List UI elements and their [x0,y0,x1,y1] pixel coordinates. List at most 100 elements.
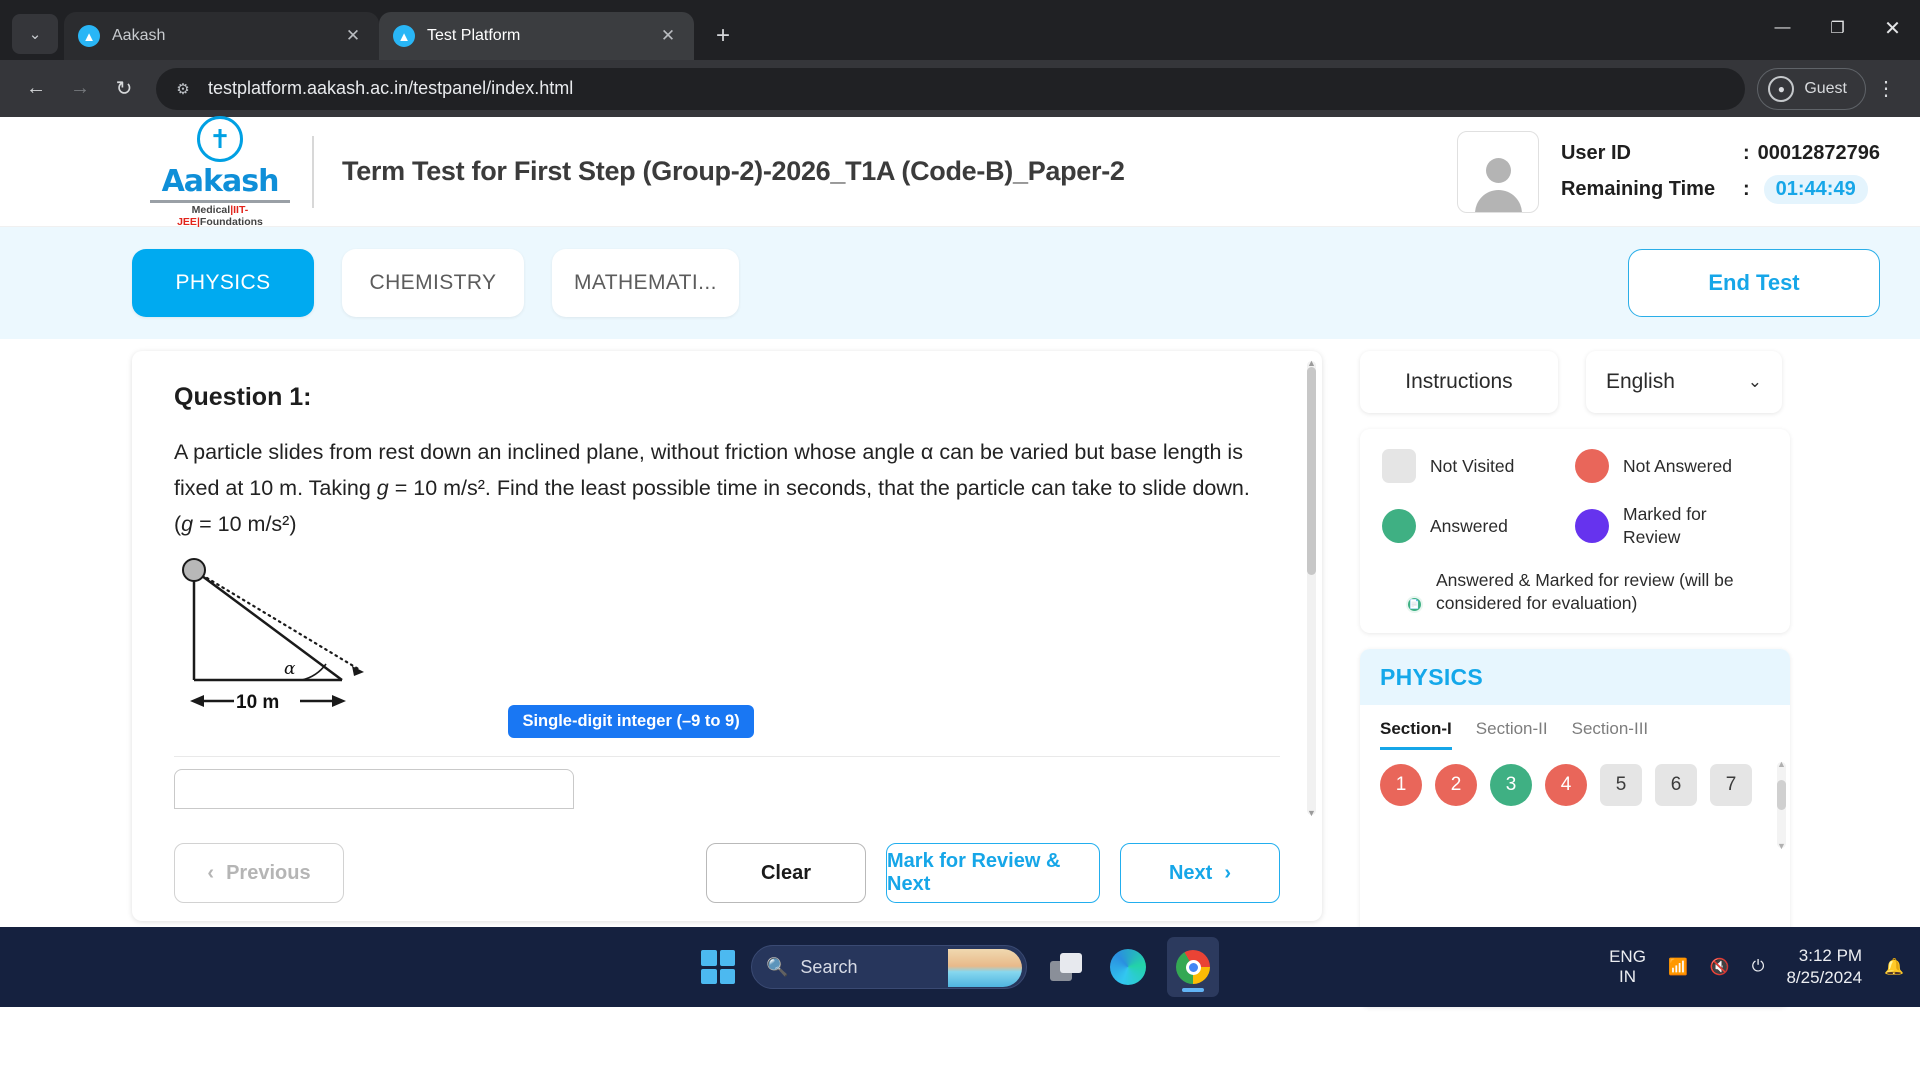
close-icon[interactable]: ✕ [656,26,680,46]
legend-label: Not Visited [1430,455,1515,476]
question-number-button[interactable]: 1 [1380,764,1422,806]
scroll-up-icon[interactable]: ▲ [1307,359,1316,368]
tab-search-button[interactable]: ⌄ [12,14,58,54]
browser-menu-icon[interactable]: ⋮ [1866,79,1906,99]
site-settings-icon[interactable]: ⚙ [172,78,194,100]
answered-marked-swatch-icon: 📄 [1382,572,1423,613]
profile-button[interactable]: ● Guest [1757,67,1866,110]
address-bar[interactable]: ⚙ testplatform.aakash.ac.in/testpanel/in… [156,67,1746,110]
right-panel-top: Instructions English ⌄ [1360,351,1790,413]
browser-chrome: ⌄ ▲ Aakash ✕ ▲ Test Platform ✕ + — ❐ ✕ ←… [0,0,1920,117]
wifi-icon[interactable]: 📶 [1668,957,1688,977]
taskbar-search[interactable]: 🔍 Search [751,945,1027,989]
logo-tagline-foundations: Foundations [199,215,263,228]
question-actions: ‹ Previous Clear Mark for Review & Next … [132,825,1322,921]
answered-swatch-icon [1382,509,1416,543]
user-info-block: User ID : 00012872796 Remaining Time : 0… [1456,130,1880,213]
question-number-button[interactable]: 6 [1655,764,1697,806]
browser-toolbar: ← → ↻ ⚙ testplatform.aakash.ac.in/testpa… [0,60,1920,117]
logo-wordmark: Aakash [161,163,280,199]
scrollbar-thumb[interactable] [1777,780,1786,810]
volume-muted-icon[interactable]: 🔇 [1710,957,1730,977]
next-label: Next [1168,861,1213,884]
question-number-button[interactable]: 3 [1490,764,1532,806]
tab-title: Test Platform [427,27,521,44]
language-code: ENG [1609,947,1646,966]
edge-taskbar-button[interactable] [1105,944,1151,990]
question-symbol-g: g [376,476,389,500]
logo-tagline: Medical|IIT-JEE|Foundations [150,199,290,228]
scroll-down-icon[interactable]: ▼ [1307,809,1316,818]
task-view-button[interactable] [1043,944,1089,990]
question-symbol-g-2: g [181,512,194,536]
not-visited-swatch-icon [1382,449,1416,483]
browser-tab-test-platform[interactable]: ▲ Test Platform ✕ [379,12,694,60]
user-id-row: User ID : 00012872796 [1561,136,1880,172]
question-number-button[interactable]: 4 [1545,764,1587,806]
new-tab-button[interactable]: + [704,17,742,55]
person-icon [1469,150,1527,212]
clock-time: 3:12 PM [1798,946,1863,965]
chrome-icon [1176,950,1210,984]
right-panel: Instructions English ⌄ Not Visited Not A… [1360,351,1790,1007]
clock[interactable]: 3:12 PM 8/25/2024 [1786,945,1862,989]
section-tab-3[interactable]: Section-III [1572,719,1649,750]
legend-label: Answered [1430,515,1508,536]
previous-button[interactable]: ‹ Previous [174,843,344,903]
chrome-taskbar-button[interactable] [1167,937,1219,997]
aakash-logo: ✝ Aakash Medical|IIT-JEE|Foundations [150,115,290,228]
section-tab-2[interactable]: Section-II [1476,719,1548,750]
next-button[interactable]: Next › [1120,843,1280,903]
user-id-colon: : [1742,142,1750,164]
section-tabs: Section-I Section-II Section-III [1360,705,1790,750]
task-view-icon [1050,953,1082,981]
question-scroll-area: Question 1: A particle slides from rest … [132,351,1322,825]
question-number-button[interactable]: 2 [1435,764,1477,806]
user-id-label: User ID [1560,142,1631,164]
question-scrollbar[interactable]: ▲ ▼ [1307,359,1316,818]
back-icon[interactable]: ← [14,67,58,111]
forward-icon[interactable]: → [58,67,102,111]
profile-label: Guest [1804,79,1847,97]
minimize-button[interactable]: — [1755,0,1810,56]
scrollbar-thumb[interactable] [1307,367,1316,575]
address-bar-url: testplatform.aakash.ac.in/testpanel/inde… [208,78,574,98]
start-button-icon[interactable] [701,950,735,984]
clear-button[interactable]: Clear [706,843,866,903]
avatar-icon: ● [1768,75,1795,102]
tab-physics[interactable]: PHYSICS [132,249,314,317]
legend-row: Not Visited Not Answered [1382,449,1768,483]
mark-for-review-next-button[interactable]: Mark for Review & Next [886,843,1100,903]
remaining-time-colon: : [1742,178,1750,200]
palette-scrollbar[interactable]: ▲ ▼ [1777,759,1786,851]
tab-chemistry[interactable]: CHEMISTRY [342,249,524,317]
language-select[interactable]: English ⌄ [1586,351,1782,413]
scroll-down-icon[interactable]: ▼ [1777,841,1786,851]
end-test-button[interactable]: End Test [1628,249,1880,317]
language-value: English [1606,370,1675,393]
notifications-icon[interactable]: 🔔 [1884,957,1904,977]
tab-mathematics[interactable]: MATHEMATI... [552,249,739,317]
browser-tab-aakash[interactable]: ▲ Aakash ✕ [64,12,379,60]
section-divider [174,756,1280,757]
close-icon[interactable]: ✕ [341,26,365,46]
legend-marked-for-review: Marked for Review [1575,503,1768,549]
section-tab-1[interactable]: Section-I [1380,719,1452,750]
language-indicator[interactable]: ENG IN [1609,947,1646,987]
legend-not-visited: Not Visited [1382,449,1575,483]
header-divider [312,135,314,208]
remaining-time-row: Remaining Time : 01:44:49 [1561,172,1880,208]
question-number-button[interactable]: 5 [1600,764,1642,806]
legend-row: 📄 Answered & Marked for review (will be … [1382,569,1768,615]
question-number-button[interactable]: 7 [1710,764,1752,806]
instructions-button[interactable]: Instructions [1360,351,1558,413]
close-window-button[interactable]: ✕ [1865,0,1920,56]
answer-input[interactable] [174,769,574,809]
scroll-up-icon[interactable]: ▲ [1777,759,1786,769]
status-legend: Not Visited Not Answered Answered Marked [1360,429,1790,633]
battery-icon[interactable]: ⏻ [1752,958,1765,976]
reload-icon[interactable]: ↻ [102,67,146,111]
chevron-left-icon: ‹ [207,861,215,884]
maximize-button[interactable]: ❐ [1810,0,1865,56]
search-placeholder: Search [800,956,858,977]
